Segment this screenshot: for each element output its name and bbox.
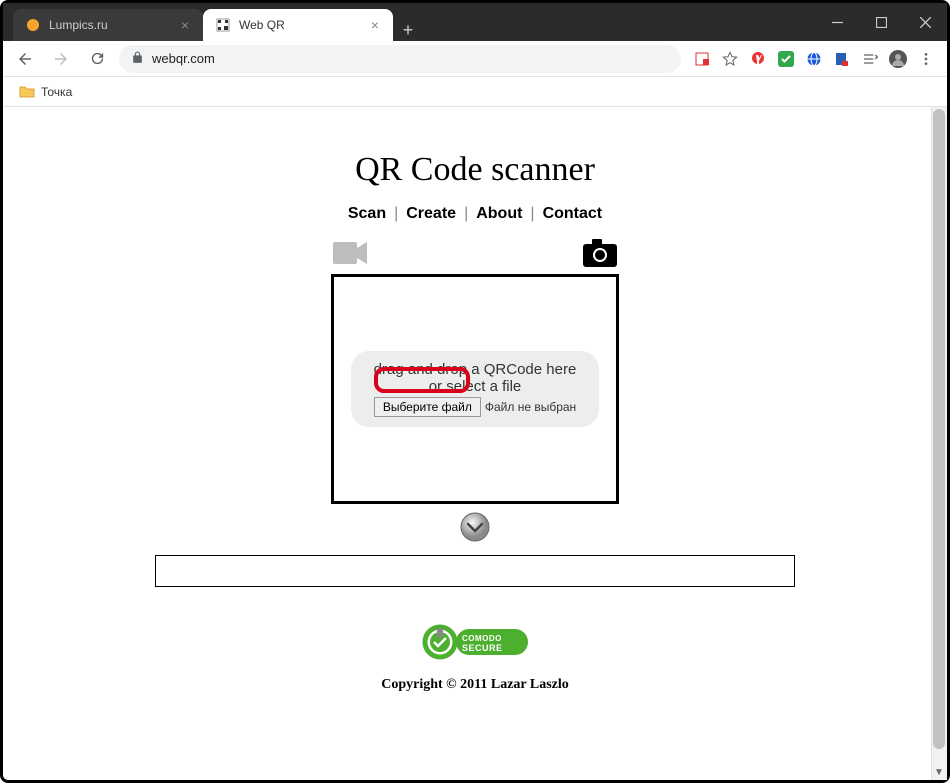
result-box	[155, 555, 795, 587]
extension-icons	[689, 50, 939, 68]
lock-icon	[131, 51, 144, 67]
mode-switch	[331, 239, 619, 272]
ext-icon-notes[interactable]	[833, 50, 851, 68]
svg-text:SECURE: SECURE	[462, 643, 503, 653]
star-icon[interactable]	[721, 50, 739, 68]
drop-text-line1: drag and drop a QRCode here	[365, 361, 585, 378]
file-status-text: Файл не выбран	[485, 400, 576, 414]
scrollbar[interactable]: ▲ ▼	[931, 107, 947, 780]
browser-toolbar: webqr.com	[3, 41, 947, 77]
webqr-page: QR Code scanner Scan | Create | About | …	[3, 107, 947, 780]
nav-create[interactable]: Create	[406, 205, 456, 223]
comodo-seal[interactable]: COMODO SECURE	[420, 621, 530, 663]
expand-down-icon[interactable]	[460, 512, 490, 547]
forward-button	[47, 45, 75, 73]
minimize-button[interactable]	[815, 3, 859, 41]
tab-strip: Lumpics.ru × Web QR × +	[3, 3, 815, 41]
page-title: QR Code scanner	[355, 151, 595, 189]
favicon-webqr	[215, 17, 231, 33]
reading-list-icon[interactable]	[861, 50, 879, 68]
close-window-button[interactable]	[903, 3, 947, 41]
ext-icon-globe[interactable]	[805, 50, 823, 68]
ext-icon-1[interactable]	[693, 50, 711, 68]
ext-icon-check[interactable]	[777, 50, 795, 68]
scroll-down-arrow[interactable]: ▼	[931, 764, 947, 780]
ext-icon-yandex[interactable]	[749, 50, 767, 68]
tab-webqr[interactable]: Web QR ×	[203, 9, 393, 41]
drop-text-line2: or select a file	[365, 378, 585, 395]
tab-title: Lumpics.ru	[49, 18, 171, 32]
choose-file-button[interactable]: Выберите файл	[374, 397, 481, 417]
close-icon[interactable]: ×	[369, 17, 381, 33]
drop-area[interactable]: drag and drop a QRCode here or select a …	[351, 351, 599, 427]
tab-title: Web QR	[239, 18, 361, 32]
nav-about[interactable]: About	[476, 205, 522, 223]
url-text: webqr.com	[152, 51, 215, 66]
address-bar[interactable]: webqr.com	[119, 45, 681, 73]
webcam-mode-icon[interactable]	[333, 240, 369, 271]
bookmarks-bar: Точка	[3, 77, 947, 107]
camera-mode-icon[interactable]	[583, 239, 617, 272]
scan-area: drag and drop a QRCode here or select a …	[331, 274, 619, 504]
bookmark-folder[interactable]: Точка	[15, 82, 76, 102]
menu-icon[interactable]	[917, 50, 935, 68]
favicon-lumpics	[25, 17, 41, 33]
profile-avatar[interactable]	[889, 50, 907, 68]
svg-text:COMODO: COMODO	[462, 634, 502, 643]
copyright-text: Copyright © 2011 Lazar Laszlo	[381, 677, 569, 697]
close-icon[interactable]: ×	[179, 17, 191, 33]
back-button[interactable]	[11, 45, 39, 73]
scroll-thumb[interactable]	[933, 109, 945, 749]
page-content: ▲ ▼ QR Code scanner Scan | Create | Abou…	[3, 107, 947, 780]
new-tab-button[interactable]: +	[393, 20, 423, 41]
reload-button[interactable]	[83, 45, 111, 73]
bookmark-label: Точка	[41, 85, 72, 99]
tab-lumpics[interactable]: Lumpics.ru ×	[13, 9, 203, 41]
window-titlebar: Lumpics.ru × Web QR × +	[3, 3, 947, 41]
window-controls	[815, 3, 947, 41]
folder-icon	[19, 84, 35, 100]
page-nav: Scan | Create | About | Contact	[348, 205, 602, 223]
file-input-row: Выберите файл Файл не выбран	[365, 397, 585, 417]
nav-scan[interactable]: Scan	[348, 205, 386, 223]
nav-contact[interactable]: Contact	[543, 205, 603, 223]
maximize-button[interactable]	[859, 3, 903, 41]
